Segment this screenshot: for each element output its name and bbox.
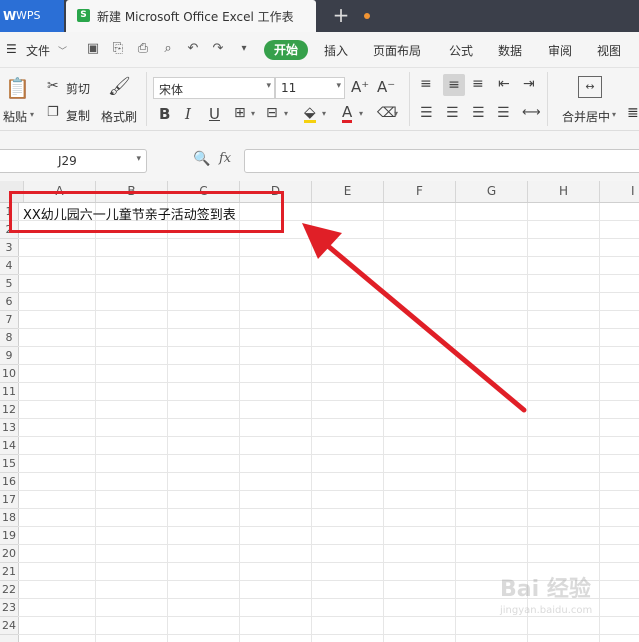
underline-button[interactable]: U [209, 105, 220, 123]
align-left-icon[interactable]: ☰ [420, 105, 433, 121]
align-right-icon[interactable]: ☰ [472, 105, 485, 121]
font-color-button[interactable]: A [342, 104, 353, 123]
arrow-shaft [319, 238, 527, 413]
chevron-down-icon[interactable]: ▾ [322, 109, 326, 118]
menu-page-layout[interactable]: 页面布局 [373, 42, 421, 59]
chevron-down-icon[interactable]: ▾ [612, 110, 616, 119]
watermark-main: Bai 经验 [500, 577, 591, 602]
paste-button[interactable]: 粘贴 [3, 108, 27, 125]
increase-indent-icon[interactable]: ⇥ [523, 76, 535, 92]
decrease-indent-icon[interactable]: ⇤ [498, 76, 510, 92]
menu-data[interactable]: 数据 [498, 42, 522, 59]
print-icon[interactable]: ⎙ [135, 41, 151, 57]
format-painter-button[interactable]: 格式刷 [101, 108, 137, 125]
menu-view[interactable]: 视图 [597, 42, 621, 59]
justify-icon[interactable]: ☰ [497, 105, 510, 121]
font-size-value: 11 [281, 81, 297, 95]
bold-button[interactable]: B [159, 105, 170, 123]
watermark: Bai 经验 jingyan.baidu.com [500, 571, 620, 631]
align-center-icon[interactable]: ☰ [446, 105, 459, 121]
scissors-icon[interactable]: ✂ [47, 78, 59, 94]
fill-color-icon[interactable]: ⬙ [304, 104, 316, 123]
new-tab-button[interactable]: + [331, 4, 351, 26]
font-name-select[interactable]: 宋体 ▾ [153, 77, 275, 99]
menu-icon[interactable]: ☰ [6, 42, 17, 56]
fx-icon[interactable]: fx [219, 151, 231, 166]
chevron-down-icon[interactable]: ▾ [359, 109, 363, 118]
merge-center-button[interactable]: 合并居中 [562, 108, 610, 125]
copy-button[interactable]: 复制 [66, 107, 90, 124]
customize-toolbar-icon[interactable]: ▾ [236, 41, 252, 57]
wps-logo-icon: W [3, 9, 17, 23]
chevron-down-icon: ▾ [136, 154, 141, 164]
formula-input[interactable] [244, 149, 639, 173]
menu-bar: ☰ 文件 ﹀ ▣ ⎘ ⎙ ⌕ ↶ ↷ ▾ 开始 插入 页面布局 公式 数据 审阅… [0, 32, 639, 68]
divider [409, 72, 410, 126]
redo-icon[interactable]: ↷ [210, 41, 226, 57]
zoom-search-icon[interactable]: 🔍 [193, 151, 210, 167]
spreadsheet-grid[interactable]: A B C D E F G H I 1 2 3 4 5 6 7 8 9 10 11 12 13 14 15 1… [0, 181, 639, 642]
tab-document[interactable]: S 新建 Microsoft Office Excel 工作表 [66, 0, 370, 32]
decrease-font-icon[interactable]: A⁻ [377, 78, 395, 96]
unsaved-dot-icon [364, 13, 370, 19]
tab-document-label: 新建 Microsoft Office Excel 工作表 [97, 10, 294, 24]
distribute-icon[interactable]: ⟷ [522, 105, 541, 120]
cell-style-icon[interactable]: ⊟ [266, 105, 278, 121]
chevron-down-icon[interactable]: ▾ [284, 109, 288, 118]
menu-insert[interactable]: 插入 [324, 42, 348, 59]
menu-home[interactable]: 开始 [264, 40, 308, 60]
menu-review[interactable]: 审阅 [548, 42, 572, 59]
italic-button[interactable]: I [185, 105, 191, 123]
chevron-down-icon[interactable]: ﹀ [58, 44, 67, 57]
font-name-value: 宋体 [159, 83, 184, 97]
paste-dropdown-icon[interactable]: ▾ [30, 110, 34, 119]
spreadsheet-icon: S [77, 9, 90, 22]
formula-bar: J29 ▾ 🔍 fx [0, 131, 639, 182]
ribbon: 📋 粘贴 ▾ ✂ 剪切 ❐ 复制 🖌 格式刷 宋体 ▾ 11 ▾ A⁺ A⁻ B… [0, 68, 639, 131]
borders-icon[interactable]: ⊞ [234, 105, 246, 121]
increase-font-icon[interactable]: A⁺ [351, 78, 369, 96]
menu-formulas[interactable]: 公式 [449, 42, 473, 59]
divider [146, 72, 147, 126]
font-size-select[interactable]: 11 ▾ [275, 77, 345, 99]
name-box-value: J29 [58, 154, 77, 168]
chevron-down-icon[interactable]: ▾ [251, 109, 255, 118]
divider [547, 72, 548, 126]
watermark-sub: jingyan.baidu.com [500, 605, 593, 616]
align-middle-icon[interactable]: ≡ [443, 74, 465, 96]
tab-wps[interactable]: W WPS [0, 0, 64, 32]
paste-icon[interactable]: 📋 [5, 76, 30, 100]
undo-icon[interactable]: ↶ [185, 41, 201, 57]
cut-button[interactable]: 剪切 [66, 80, 90, 97]
export-icon[interactable]: ⎘ [110, 41, 126, 57]
save-icon[interactable]: ▣ [85, 41, 101, 57]
chevron-down-icon: ▾ [336, 81, 341, 91]
print-preview-icon[interactable]: ⌕ [160, 41, 176, 57]
menu-file[interactable]: 文件 [26, 42, 50, 59]
brush-icon[interactable]: 🖌 [108, 76, 131, 97]
merge-cells-icon[interactable]: ↔ [578, 76, 602, 98]
chevron-down-icon: ▾ [266, 81, 271, 91]
name-box[interactable]: J29 ▾ [0, 149, 147, 173]
chevron-down-icon[interactable]: ▾ [394, 109, 398, 118]
copy-icon[interactable]: ❐ [47, 105, 59, 120]
tab-wps-label: WPS [16, 9, 41, 22]
align-bottom-icon[interactable]: ≡ [472, 76, 484, 92]
wrap-text-icon[interactable]: ≣ [627, 105, 639, 121]
align-top-icon[interactable]: ≡ [420, 76, 432, 92]
